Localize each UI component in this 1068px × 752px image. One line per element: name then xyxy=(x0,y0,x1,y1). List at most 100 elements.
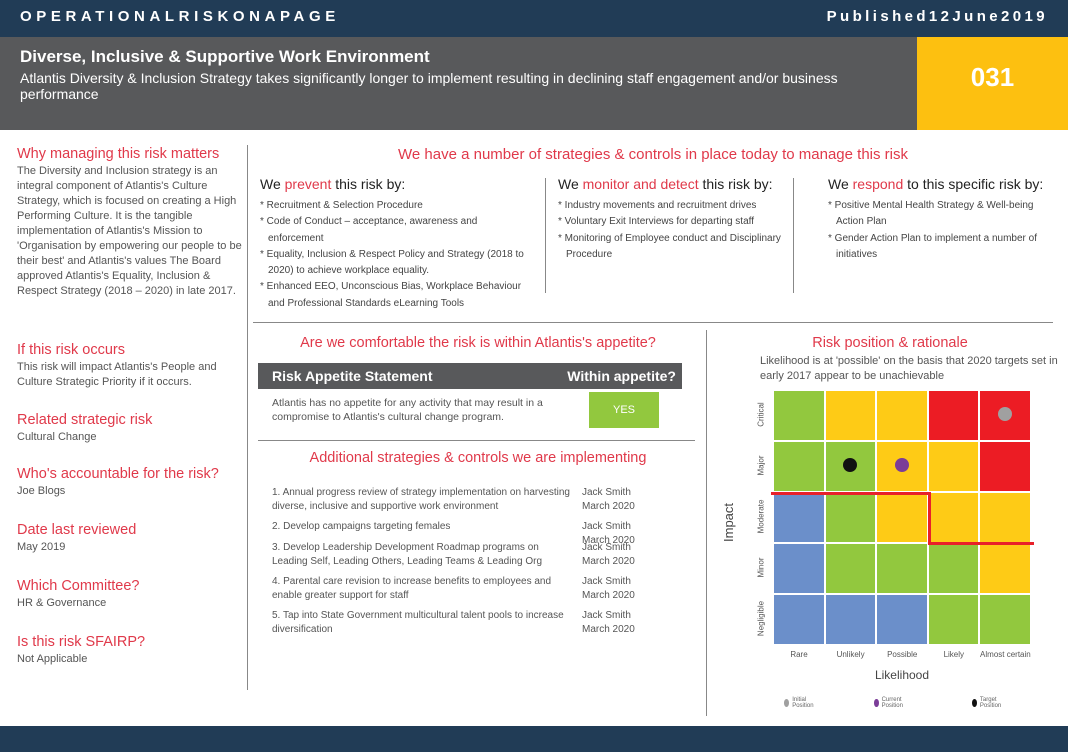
control-item: Equality, Inclusion & Respect Policy and… xyxy=(260,247,535,280)
action-text: 4. Parental care revision to increase be… xyxy=(272,576,552,601)
heading-post: this risk by: xyxy=(698,176,773,192)
impact-label: Moderate xyxy=(756,499,766,534)
published-date: Published12June2019 xyxy=(826,8,1048,25)
matrix-cell xyxy=(927,441,980,492)
within-label: Within appetite? xyxy=(567,368,676,384)
section-text: The Diversity and Inclusion strategy is … xyxy=(17,165,242,297)
matrix-cell xyxy=(979,543,1031,594)
matrix-cell xyxy=(979,594,1031,645)
initial-position-marker xyxy=(998,406,1013,421)
control-item: Enhanced EEO, Unconscious Bias, Workplac… xyxy=(260,279,535,312)
section-heading: Which Committee? xyxy=(17,578,140,594)
matrix-cell xyxy=(876,594,928,645)
legend-label: Current Position xyxy=(881,697,903,709)
column-heading: We monitor and detect this risk by: xyxy=(558,176,783,192)
heading-accent: prevent xyxy=(284,176,332,192)
matrix-cell xyxy=(824,543,877,594)
divider xyxy=(253,322,1053,323)
impact-label: Minor xyxy=(756,557,766,578)
divider xyxy=(247,145,248,690)
heading-accent: respond xyxy=(852,176,904,192)
impact-label: Major xyxy=(756,455,766,476)
target-position-marker xyxy=(843,457,858,472)
heading-pre: We xyxy=(558,176,583,192)
control-item: Recruitment & Selection Procedure xyxy=(260,198,535,214)
sidebar-section: Related strategic risk Cultural Change xyxy=(17,412,245,445)
sidebar-section: If this risk occurs This risk will impact… xyxy=(17,342,245,390)
appetite-boundary-line xyxy=(928,542,1034,545)
legend-dot xyxy=(972,699,977,707)
matrix-cell xyxy=(979,492,1031,543)
divider xyxy=(545,178,546,293)
action-text: 3. Develop Leadership Development Roadma… xyxy=(272,542,542,567)
statement-label: Risk Appetite Statement xyxy=(272,368,433,384)
rationale: Likelihood is at 'possible' on the basis… xyxy=(760,355,1058,382)
current-position-marker xyxy=(895,457,909,472)
section-heading: Is this risk SFAIRP? xyxy=(17,634,146,650)
control-column: We prevent this risk by: Recruitment & Se… xyxy=(260,176,535,312)
appetite-heading: Are we comfortable the risk is within At… xyxy=(300,335,656,351)
action-text: 2. Develop campaigns targeting females xyxy=(272,521,451,532)
heading-pre: We xyxy=(260,176,285,192)
action-text: 1. Annual progress review of strategy im… xyxy=(272,487,570,512)
matrix-cell xyxy=(773,492,825,543)
matrix-cell xyxy=(876,543,928,594)
control-item: Industry movements and recruitment drive… xyxy=(558,198,783,214)
appetite-boundary-line xyxy=(928,492,931,545)
action-text: 5. Tap into State Government multicultur… xyxy=(272,610,564,635)
likelihood-label: Almost certain xyxy=(980,650,1031,659)
sidebar-section: Is this risk SFAIRP? Not Applicable xyxy=(17,634,245,667)
action-owner: Jack Smith xyxy=(582,542,631,553)
section-text: Cultural Change xyxy=(17,431,97,443)
sidebar-section: Why managing this risk matters The Divers… xyxy=(17,146,245,299)
section-text: HR & Governance xyxy=(17,597,107,609)
action-owner: Jack Smith xyxy=(582,521,631,532)
legend-label: Target Position xyxy=(979,697,1002,709)
control-item: Gender Action Plan to implement a number… xyxy=(828,231,1053,264)
control-item: Monitoring of Employee conduct and Disci… xyxy=(558,231,783,264)
legend-item: Current Position xyxy=(874,697,906,709)
heading-pre: We xyxy=(828,176,853,192)
control-item: Voluntary Exit Interviews for departing … xyxy=(558,214,783,230)
matrix-cell xyxy=(876,492,928,543)
risk-title-band: Diverse, Inclusive & Supportive Work Env… xyxy=(0,37,917,130)
column-heading: We prevent this risk by: xyxy=(260,176,535,192)
likelihood-label: Possible xyxy=(887,650,918,659)
page-type-label: OPERATIONALRISKONAPAGE xyxy=(20,8,340,25)
sidebar-section: Which Committee? HR & Governance xyxy=(17,578,245,611)
legend-dot xyxy=(874,699,879,707)
section-heading: Why managing this risk matters xyxy=(17,146,220,162)
legend-item: Initial Position xyxy=(784,697,816,709)
matrix-cell xyxy=(927,594,980,645)
risk-number: 031 xyxy=(917,37,1068,130)
appetite-boundary-line xyxy=(771,492,929,495)
matrix-heading: Risk position & rationale xyxy=(812,335,968,351)
appetite-table-header: Risk Appetite Statement Within appetite? xyxy=(258,363,682,389)
matrix-cell xyxy=(824,594,877,645)
risk-description: Atlantis Diversity & Inclusion Strategy … xyxy=(20,70,838,102)
heading-post: to this specific risk by: xyxy=(903,176,1044,192)
sidebar-section: Who's accountable for the risk? Joe Blogs xyxy=(17,466,245,499)
control-list: Positive Mental Health Strategy & Well-b… xyxy=(828,198,1053,263)
action-date: March 2020 xyxy=(582,624,635,635)
matrix-cell xyxy=(824,492,877,543)
divider xyxy=(706,330,707,716)
controls-heading: We have a number of strategies & control… xyxy=(398,146,908,163)
matrix-cell xyxy=(979,441,1031,492)
action-owner: Jack Smith xyxy=(582,576,631,587)
legend-item: Target Position xyxy=(972,697,1004,709)
action-date: March 2020 xyxy=(582,501,635,512)
column-heading: We respond to this specific risk by: xyxy=(828,176,1053,192)
legend-label: Initial Position xyxy=(792,697,814,709)
section-text: Not Applicable xyxy=(17,653,88,665)
section-heading: Date last reviewed xyxy=(17,522,137,538)
impact-label: Critical xyxy=(756,402,766,427)
bottom-bar xyxy=(0,726,1068,752)
control-item: Positive Mental Health Strategy & Well-b… xyxy=(828,198,1053,231)
section-text: Joe Blogs xyxy=(17,485,66,497)
impact-label: Negligible xyxy=(756,600,766,637)
divider xyxy=(258,440,695,441)
action-date: March 2020 xyxy=(582,590,635,601)
matrix-cell xyxy=(927,390,980,441)
control-column: We monitor and detect this risk by: Indus… xyxy=(558,176,783,263)
